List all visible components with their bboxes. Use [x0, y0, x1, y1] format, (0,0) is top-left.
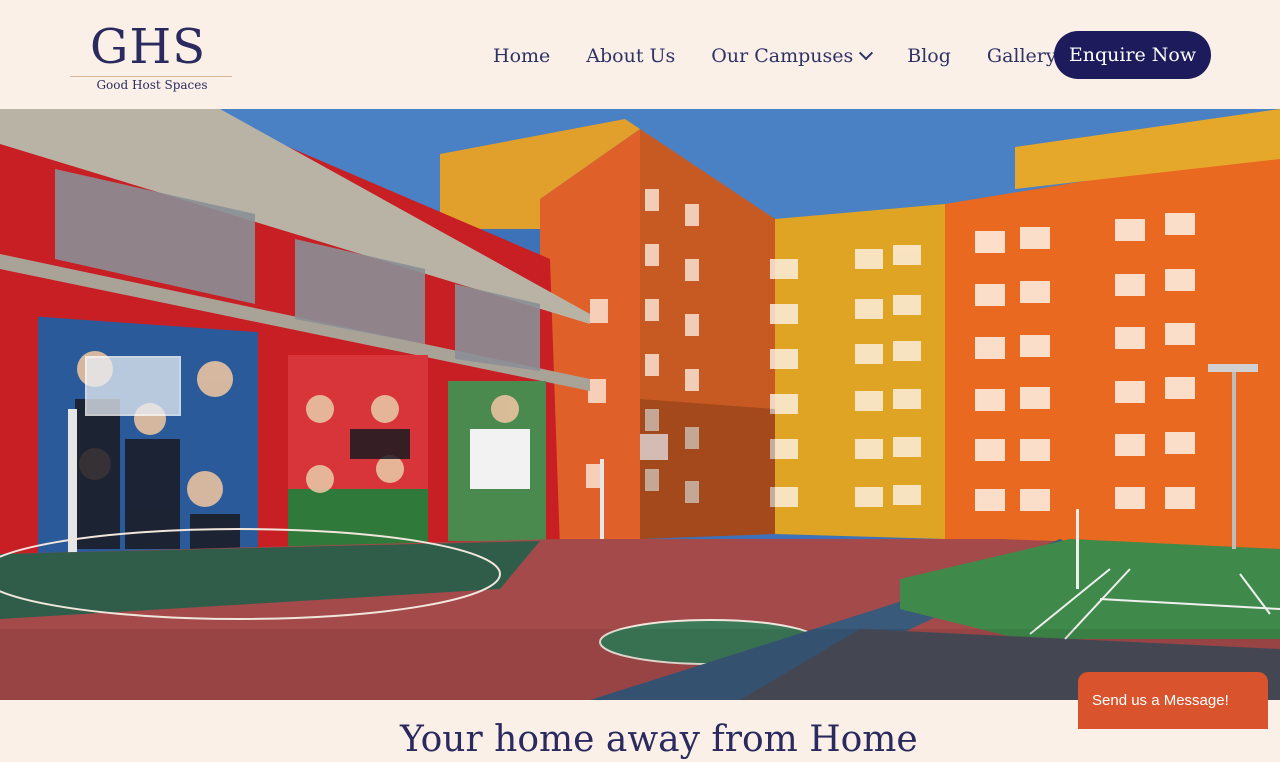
nav-home[interactable]: Home: [493, 45, 550, 67]
logo-tagline: Good Host Spaces: [96, 78, 208, 92]
nav-campuses-label: Our Campuses: [711, 45, 854, 67]
chevron-down-icon: [859, 46, 874, 61]
nav-gallery[interactable]: Gallery: [987, 45, 1057, 67]
hero-image: [0, 109, 1280, 700]
send-message-button[interactable]: Send us a Message!: [1078, 672, 1268, 729]
basketball-backboard: [85, 356, 181, 416]
nav-blog[interactable]: Blog: [907, 45, 951, 67]
nav-gallery-label: Gallery: [986, 45, 1057, 67]
nav-blog-label: Blog: [907, 45, 951, 67]
nav-about-us[interactable]: About Us: [586, 45, 675, 67]
main-nav: Home About Us Our Campuses Blog Gallery: [475, 40, 1075, 72]
logo-divider: [70, 76, 232, 77]
logo-mark: GHS: [90, 19, 207, 75]
section-heading: Your home away from Home: [400, 719, 918, 760]
enquire-now-button[interactable]: Enquire Now: [1054, 31, 1211, 79]
site-logo[interactable]: GHS Good Host Spaces: [70, 18, 234, 98]
nav-our-campuses[interactable]: Our Campuses: [711, 45, 874, 67]
nav-home-label: Home: [493, 45, 551, 67]
nav-about-label: About Us: [586, 45, 676, 67]
hero-slider[interactable]: [0, 109, 1280, 700]
site-header: GHS Good Host Spaces Home About Us Our C…: [0, 0, 1280, 109]
